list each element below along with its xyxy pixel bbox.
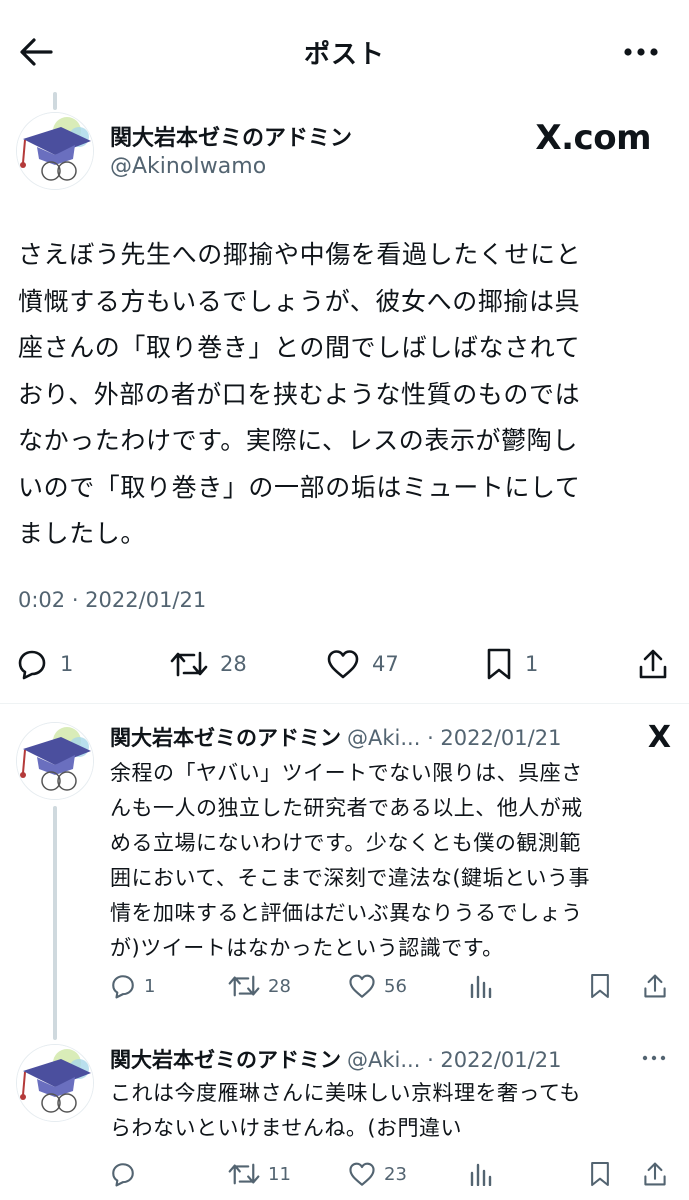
like-count: 23 (384, 1163, 407, 1185)
views-button[interactable] (469, 974, 493, 998)
avatar-graduation-cap-icon (17, 113, 93, 189)
avatar-graduation-cap-icon (17, 1045, 93, 1121)
thread-connector (53, 806, 57, 1040)
retweet-button[interactable]: 11 (228, 1161, 291, 1187)
bookmark-icon (591, 973, 609, 999)
bookmark-button[interactable] (589, 1160, 611, 1188)
author-name[interactable]: 関大岩本ゼミのアドミン (110, 120, 352, 152)
author-handle[interactable]: @AkinoIwamo (110, 154, 266, 179)
top-bar: ポスト (0, 0, 689, 100)
avatar[interactable] (16, 722, 94, 800)
thread-connector (53, 92, 57, 110)
analytics-icon (470, 975, 492, 998)
reply-header: 関大岩本ゼミのアドミン @Aki... · 2022/01/21 (110, 1044, 561, 1074)
reply-count: 1 (144, 975, 156, 997)
reply-icon (112, 975, 134, 999)
share-icon (644, 974, 666, 998)
retweet-count: 28 (268, 975, 291, 997)
post-action-bar: 1 28 47 1 (0, 644, 689, 684)
post-timestamp[interactable]: 0:02 · 2022/01/21 (18, 588, 206, 612)
heart-icon (349, 1162, 375, 1186)
reply-button[interactable]: 1 (16, 648, 73, 680)
avatar[interactable] (16, 1044, 94, 1122)
more-horizontal-icon (624, 48, 658, 56)
share-button[interactable] (643, 1161, 667, 1187)
author-handle-date[interactable]: @Aki... · 2022/01/21 (347, 726, 561, 750)
reply-action-bar: 11 23 (0, 1156, 689, 1192)
reply-text-line: らわないといけませんね。(お門違い (110, 1116, 463, 1140)
divider (0, 703, 689, 704)
post-text-line: おり、外部の者が口を挟むような性質のものでは (18, 379, 581, 409)
bookmark-icon (487, 648, 511, 680)
author-name[interactable]: 関大岩本ゼミのアドミン (110, 1048, 341, 1072)
more-options-button[interactable] (639, 1048, 669, 1068)
bookmark-count: 1 (525, 652, 539, 676)
like-count: 56 (384, 975, 407, 997)
like-count: 47 (372, 652, 399, 676)
more-options-button[interactable] (621, 36, 661, 68)
avatar[interactable] (16, 112, 94, 190)
avatar-graduation-cap-icon (17, 723, 93, 799)
reply-button[interactable] (110, 1161, 144, 1187)
reply-text-line: んも一人の独立した研究者である以上、他人が戒 (110, 796, 583, 820)
post-text-line: 憤慨する方もいるでしょうが、彼女への揶揄は呉 (18, 286, 581, 316)
analytics-icon (470, 1163, 492, 1186)
bookmark-icon (591, 1161, 609, 1187)
more-horizontal-icon (642, 1055, 666, 1061)
post-text-line: いので「取り巻き」の一部の垢はミュートにして (18, 472, 581, 502)
post-text-line: 座さんの「取り巻き」との間でしばしばなされて (18, 333, 581, 362)
author-handle-date[interactable]: @Aki... · 2022/01/21 (347, 1048, 561, 1072)
bookmark-button[interactable]: 1 (485, 647, 538, 681)
retweet-icon (170, 651, 208, 677)
page-title: ポスト (303, 40, 385, 70)
heart-icon (349, 974, 375, 998)
like-button[interactable]: 23 (348, 1161, 407, 1187)
reply-text: これは今度雁琳さんに美味しい京料理を奢っても らわないといけませんね。(お門違い (110, 1076, 670, 1146)
share-icon (644, 1162, 666, 1186)
reply-text-line: める立場にないわけです。少なくとも僕の観測範 (110, 831, 581, 855)
share-button[interactable] (638, 648, 668, 680)
share-icon (639, 649, 667, 679)
post-text-line: さえぼう先生への揶揄や中傷を看過したくせにと (18, 240, 582, 269)
bookmark-button[interactable] (589, 972, 611, 1000)
reply-text-line: 情を加味すると評価はだいぶ異なりうるでしょう (110, 901, 583, 925)
x-logo-icon: X (647, 720, 671, 755)
post-text: さえぼう先生への揶揄や中傷を看過したくせにと 憤慨する方もいるでしょうが、彼女へ… (18, 232, 678, 558)
reply-text-line: これは今度雁琳さんに美味しい京料理を奢っても (110, 1081, 581, 1105)
like-button[interactable]: 47 (326, 649, 399, 679)
reply-text: 余程の「ヤバい」ツイートでない限りは、呉座さ んも一人の独立した研究者である以上… (110, 756, 670, 966)
author-name[interactable]: 関大岩本ゼミのアドミン (110, 726, 341, 750)
views-button[interactable] (469, 1162, 493, 1186)
heart-icon (327, 650, 359, 679)
reply-text-line: 囲において、そこまで深刻で違法な(鍵垢という事 (110, 866, 591, 890)
retweet-icon (228, 1163, 260, 1185)
reply-count: 1 (60, 652, 74, 676)
reply-text-line: 余程の「ヤバい」ツイートでない限りは、呉座さ (110, 761, 583, 785)
share-button[interactable] (643, 973, 667, 999)
like-button[interactable]: 56 (348, 973, 407, 999)
reply-action-bar: 1 28 56 (0, 968, 689, 1004)
retweet-button[interactable]: 28 (170, 649, 247, 679)
retweet-button[interactable]: 28 (228, 973, 291, 999)
reply-icon (112, 1163, 134, 1187)
x-com-logo: X.com (535, 118, 651, 158)
reply-button[interactable]: 1 (110, 973, 155, 999)
retweet-count: 28 (220, 652, 247, 676)
reply-icon (18, 650, 46, 680)
post-text-line: なかったわけです。実際に、レスの表示が鬱陶し (18, 426, 578, 455)
reply-header: 関大岩本ゼミのアドミン @Aki... · 2022/01/21 (110, 722, 561, 752)
retweet-count: 11 (268, 1163, 291, 1185)
retweet-icon (228, 975, 260, 997)
post-text-line: ましたし。 (18, 519, 147, 548)
reply-text-line: が)ツイートはなかったという認識です。 (110, 936, 504, 960)
